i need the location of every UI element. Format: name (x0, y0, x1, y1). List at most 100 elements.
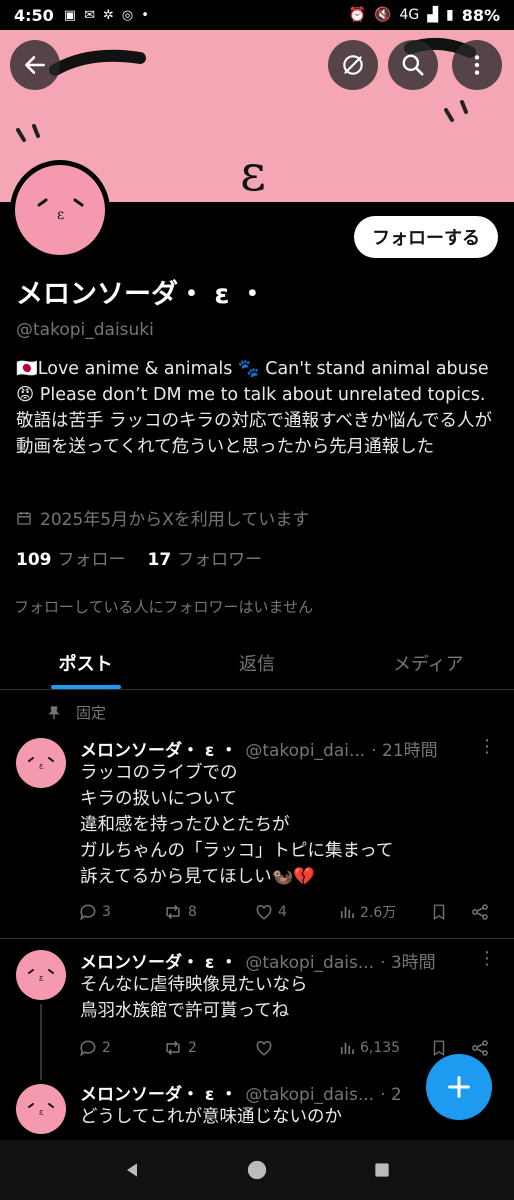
post-divider (0, 938, 514, 939)
profile-display-name: メロンソーダ・ ε ・ (16, 279, 266, 310)
system-nav-bar (0, 1140, 514, 1200)
circle-home-icon (247, 1160, 267, 1180)
like-button[interactable]: 4 (254, 902, 338, 922)
repost-count: 8 (188, 904, 197, 920)
heart-icon (256, 1040, 272, 1056)
plus-icon (448, 1076, 470, 1098)
post-header: メロンソーダ・ ε ・ @takopi_dai... · 21時間 (80, 736, 438, 761)
status-bar: 4:50 ▣ ✉ ✲ ◎ • ⏰ 🔇 4G ▟ ▮ 88% (0, 0, 514, 30)
instagram-icon: ◎ (121, 7, 134, 23)
post-actions: 3 8 4 2.6万 (78, 902, 498, 922)
post-avatar[interactable]: ε (16, 738, 66, 788)
view-count: 2.6万 (360, 905, 397, 921)
avatar-face-drawing: ε (28, 969, 54, 984)
repost-icon (166, 1040, 180, 1056)
dot-icon: • (141, 7, 149, 23)
tab-posts[interactable]: ポスト (0, 634, 171, 689)
like-count: 4 (278, 904, 287, 920)
pinwheel-icon: ✲ (103, 7, 114, 23)
bookmark-button[interactable] (430, 902, 470, 922)
follow-stats: 109 フォロー 17 フォロワー (16, 545, 262, 570)
tab-media[interactable]: メディア (343, 634, 514, 689)
square-recents-icon (374, 1163, 389, 1177)
profile-tabs: ポスト 返信 メディア (0, 634, 514, 690)
reply-button[interactable]: 2 (78, 1038, 162, 1058)
avatar-face-drawing: ε (28, 1103, 54, 1118)
profile-bio: 🇯🇵Love anime & animals 🐾 Can't stand ani… (16, 359, 492, 457)
post-text: そんなに虐待映像見たいなら 鳥羽水族館で許可貰ってね (80, 975, 308, 1021)
joined-text: 2025年5月からXを利用しています (40, 510, 310, 530)
post-author-name: メロンソーダ・ ε ・ (80, 741, 238, 761)
share-icon (472, 1040, 488, 1056)
repost-button[interactable]: 2 (162, 1038, 254, 1058)
pinned-label: 固定 (76, 704, 107, 722)
nav-home-button[interactable] (237, 1150, 277, 1190)
post-item[interactable]: ε メロンソーダ・ ε ・ @takopi_dai... · 21時間 ⋮ ラッ… (0, 730, 514, 940)
post-avatar[interactable]: ε (16, 1084, 66, 1134)
post-time: · 21時間 (371, 741, 438, 761)
post-header: メロンソーダ・ ε ・ @takopi_dais... · 2 (80, 1080, 402, 1105)
post-more-icon[interactable]: ⋮ (478, 948, 496, 969)
followers-label: フォロワー (177, 550, 263, 570)
post-author-handle: @takopi_dai... (245, 741, 366, 761)
repost-button[interactable]: 8 (162, 902, 254, 922)
eye-slash-icon (343, 55, 363, 75)
no-mutual-followers: フォローしている人にフォロワーはいません (14, 598, 314, 616)
avatar-face-drawing: ε (37, 198, 84, 223)
post-item[interactable]: ε メロンソーダ・ ε ・ @takopi_dais... · 3時間 ⋮ そん… (0, 946, 514, 1080)
compose-button[interactable] (426, 1054, 492, 1120)
post-avatar[interactable]: ε (16, 950, 66, 1000)
bookmark-icon (433, 904, 445, 921)
search-icon (402, 54, 424, 76)
profile-handle: @takopi_daisuki (16, 320, 154, 340)
post-time: · 3時間 (380, 953, 436, 973)
views-button[interactable]: 2.6万 (338, 902, 430, 922)
mail-icon: ✉ (84, 7, 95, 23)
reply-count: 2 (102, 1040, 111, 1056)
back-button[interactable] (10, 40, 60, 90)
post-text: どうしてこれが意味通じないのか (80, 1107, 342, 1127)
search-button[interactable] (388, 40, 438, 90)
thread-line (40, 1004, 42, 1080)
post-actions: 2 2 6,135 (78, 1038, 498, 1058)
nav-back-button[interactable] (112, 1150, 152, 1190)
reply-icon (80, 1040, 96, 1057)
mute-icon: 🔇 (374, 7, 392, 23)
more-button[interactable] (452, 40, 502, 90)
reply-button[interactable]: 3 (78, 902, 162, 922)
profile-avatar[interactable]: ε (10, 160, 110, 260)
nav-recents-button[interactable] (362, 1150, 402, 1190)
avatar-face-drawing: ε (28, 757, 54, 772)
share-icon (472, 904, 488, 920)
share-button[interactable] (470, 1038, 490, 1058)
post-header: メロンソーダ・ ε ・ @takopi_dais... · 3時間 (80, 948, 436, 973)
status-time: 4:50 (14, 5, 54, 25)
repost-icon (166, 904, 180, 920)
network-label: 4G (399, 7, 420, 23)
svg-text:ε: ε (39, 1108, 44, 1118)
share-button[interactable] (470, 902, 490, 922)
like-button[interactable] (254, 1038, 338, 1058)
tab-replies[interactable]: 返信 (171, 634, 342, 689)
post-more-icon[interactable]: ⋮ (478, 736, 496, 757)
battery-icon: ▮ (445, 7, 454, 23)
following-link[interactable]: 109 フォロー (16, 545, 126, 570)
svg-text:ε: ε (240, 144, 266, 202)
battery-percent: 88% (461, 5, 500, 25)
post-author-name: メロンソーダ・ ε ・ (80, 1085, 238, 1105)
views-button[interactable]: 6,135 (338, 1039, 430, 1057)
views-icon (340, 1042, 354, 1054)
following-label: フォロー (57, 550, 126, 570)
hide-button[interactable] (328, 40, 378, 90)
heart-icon (256, 904, 272, 920)
follow-button[interactable]: フォローする (354, 216, 498, 258)
calendar-icon: ▣ (63, 7, 77, 23)
svg-text:ε: ε (39, 974, 44, 984)
followers-link[interactable]: 17 フォロワー (148, 545, 263, 570)
joined-date: 2025年5月からXを利用しています (16, 505, 309, 530)
following-count: 109 (16, 550, 52, 570)
views-icon (340, 906, 354, 918)
reply-icon (80, 904, 96, 921)
svg-text:ε: ε (57, 207, 64, 223)
alarm-icon: ⏰ (348, 7, 366, 23)
